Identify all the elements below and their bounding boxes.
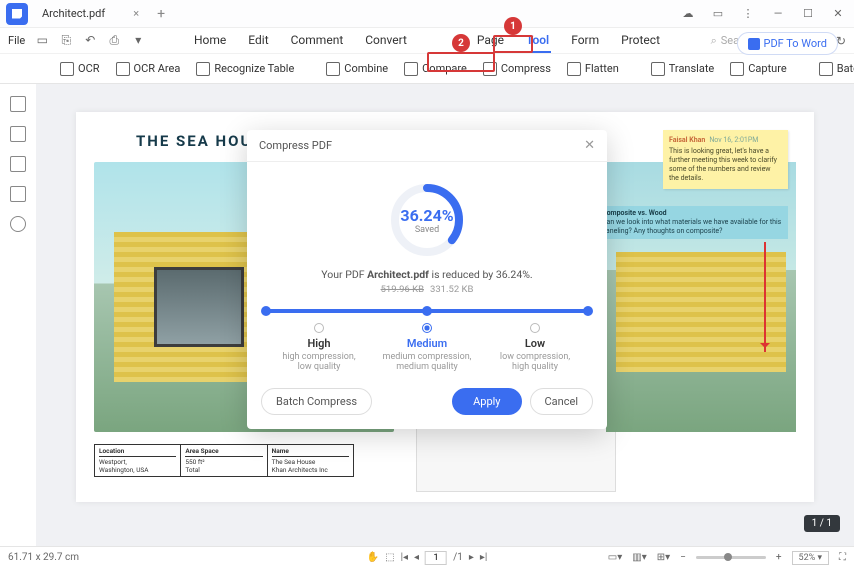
first-page-icon[interactable]: |◂ <box>401 552 408 563</box>
close-button[interactable]: ✕ <box>828 7 848 20</box>
menu-edit[interactable]: Edit <box>246 29 270 53</box>
menu-form[interactable]: Form <box>569 29 601 53</box>
dialog-message: Your PDF Architect.pdf is reduced by 36.… <box>247 268 607 281</box>
quality-options: High high compression, low quality Mediu… <box>265 323 589 372</box>
tool-recognize[interactable]: Recognize Table <box>196 62 294 76</box>
comment-highlight[interactable]: Composite vs. Wood Can we look into what… <box>598 206 788 239</box>
new-tab-button[interactable]: + <box>157 6 165 22</box>
zoom-in-icon[interactable]: + <box>776 552 782 563</box>
layout-icon[interactable]: ▥▾ <box>632 552 646 563</box>
translate-icon <box>651 62 665 76</box>
maximize-button[interactable]: ☐ <box>798 7 818 20</box>
illustration-right <box>606 162 796 432</box>
annotation-arrow[interactable] <box>764 242 766 352</box>
cloud-icon[interactable]: ☁ <box>678 7 698 20</box>
flatten-icon <box>567 62 581 76</box>
tab-title: Architect.pdf <box>42 7 105 20</box>
option-low[interactable]: Low low compression, high quality <box>481 323 589 372</box>
tool-translate[interactable]: Translate <box>651 62 715 76</box>
tab-close-icon[interactable]: × <box>133 7 139 20</box>
comment-sticky[interactable]: Faisal KhanNov 16, 2:01PM This is lookin… <box>663 130 788 189</box>
kebab-icon[interactable]: ⋮ <box>738 7 758 20</box>
fit-icon[interactable]: ⊞▾ <box>657 552 670 563</box>
page-counter: 1 / 1 <box>804 515 840 532</box>
tool-ocr[interactable]: OCR <box>60 62 100 76</box>
dropdown-icon[interactable]: ▾ <box>129 33 147 48</box>
sidebar <box>0 84 36 546</box>
ocr-icon <box>60 62 74 76</box>
option-high[interactable]: High high compression, low quality <box>265 323 373 372</box>
bookmarks-icon[interactable] <box>10 126 26 142</box>
search-panel-icon[interactable] <box>10 216 26 232</box>
page-dimensions: 61.71 x 29.7 cm <box>8 552 79 563</box>
batch-icon <box>819 62 833 76</box>
last-page-icon[interactable]: ▸| <box>480 552 487 563</box>
hand-tool-icon[interactable]: ✋ <box>367 552 379 563</box>
pdf-to-word-button[interactable]: PDF To Word <box>737 32 838 55</box>
statusbar: 61.71 x 29.7 cm ✋ ⬚ |◂ ◂ /1 ▸ ▸| ▭▾ ▥▾ ⊞… <box>0 546 854 568</box>
option-medium[interactable]: Medium medium compression, medium qualit… <box>373 323 481 372</box>
radio-icon <box>314 323 324 333</box>
ocr-area-icon <box>116 62 130 76</box>
comments-icon[interactable] <box>10 156 26 172</box>
open-icon[interactable]: ▭ <box>33 33 51 48</box>
tool-ocr-area[interactable]: OCR Area <box>116 62 181 76</box>
thumbnails-icon[interactable] <box>10 96 26 112</box>
callout-2: 2 <box>427 34 495 72</box>
cancel-button[interactable]: Cancel <box>530 388 593 415</box>
tool-flatten[interactable]: Flatten <box>567 62 619 76</box>
quality-slider[interactable] <box>265 309 589 313</box>
file-menu[interactable]: File <box>8 34 25 47</box>
tool-combine[interactable]: Combine <box>326 62 388 76</box>
attachments-icon[interactable] <box>10 186 26 202</box>
percent-label: Saved <box>415 225 439 235</box>
fullscreen-icon[interactable]: ⛶ <box>839 552 846 563</box>
table-icon <box>196 62 210 76</box>
app-icon <box>6 3 28 25</box>
search-icon: ⌕ <box>711 34 717 48</box>
menu-home[interactable]: Home <box>192 29 228 53</box>
apply-button[interactable]: Apply <box>452 388 521 415</box>
tool-batch[interactable]: Batch Process <box>819 62 854 76</box>
radio-icon <box>422 323 432 333</box>
combine-icon <box>326 62 340 76</box>
batch-compress-button[interactable]: Batch Compress <box>261 388 372 415</box>
undo-icon[interactable]: ↶ <box>81 33 99 48</box>
callout-1: 1 <box>493 17 533 53</box>
zoom-value[interactable]: 52% ▾ <box>792 551 829 565</box>
tool-capture[interactable]: Capture <box>730 62 786 76</box>
file-sizes: 519.96 KB331.52 KB <box>247 284 607 295</box>
compress-dialog: Compress PDF ✕ 36.24% Saved Your PDF Arc… <box>247 130 607 429</box>
menu-convert[interactable]: Convert <box>363 29 409 53</box>
page-total: /1 <box>453 552 463 563</box>
zoom-out-icon[interactable]: − <box>680 552 686 563</box>
zoom-slider[interactable] <box>696 556 766 559</box>
compare-icon <box>404 62 418 76</box>
dialog-close-button[interactable]: ✕ <box>584 138 595 153</box>
menu-comment[interactable]: Comment <box>289 29 346 53</box>
print-icon[interactable]: ⎙ <box>105 33 123 48</box>
titlebar: Architect.pdf × + ☁ ▭ ⋮ — ☐ ✕ <box>0 0 854 28</box>
select-tool-icon[interactable]: ⬚ <box>385 552 394 563</box>
minimize-button[interactable]: — <box>768 7 788 20</box>
radio-icon <box>530 323 540 333</box>
dialog-title: Compress PDF <box>259 139 332 152</box>
view-mode-icon[interactable]: ▭▾ <box>608 552 622 563</box>
capture-icon <box>730 62 744 76</box>
next-page-icon[interactable]: ▸ <box>469 552 474 563</box>
document-tab[interactable]: Architect.pdf × <box>34 0 147 27</box>
page-input[interactable] <box>425 551 447 565</box>
word-icon <box>748 38 760 50</box>
prev-page-icon[interactable]: ◂ <box>414 552 419 563</box>
menu-protect[interactable]: Protect <box>619 29 662 53</box>
percent-value: 36.24% <box>400 206 453 225</box>
info-table: LocationWestport, Washington, USA Area S… <box>94 444 354 477</box>
progress-dial: 36.24% Saved <box>387 180 467 260</box>
notification-icon[interactable]: ▭ <box>708 7 728 20</box>
save-icon[interactable]: ⎘ <box>57 33 75 48</box>
